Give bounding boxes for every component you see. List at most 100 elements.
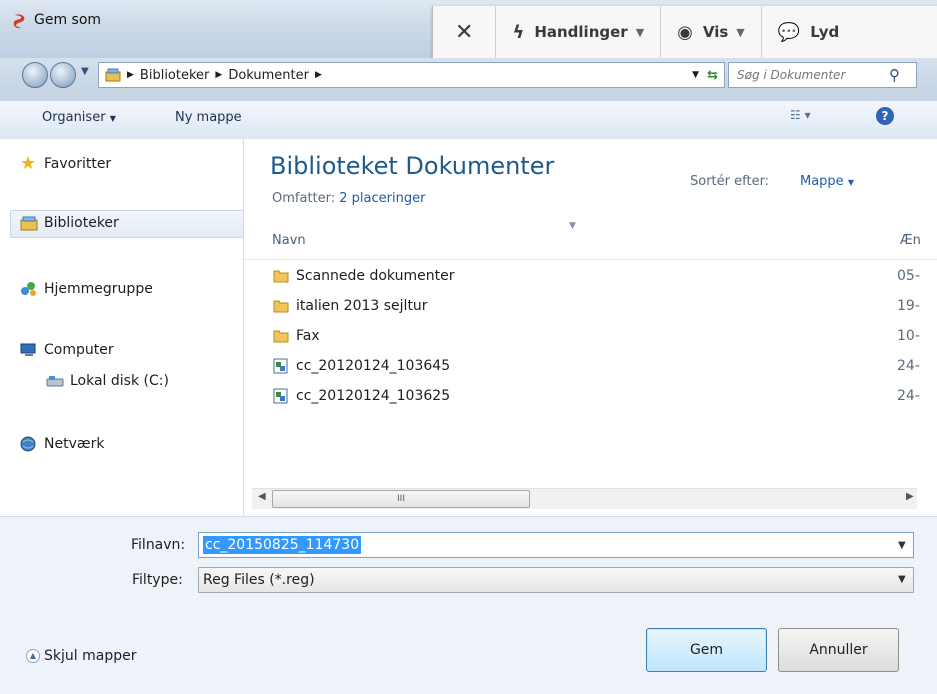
file-row[interactable]: Fax (272, 325, 932, 347)
computer-icon (20, 343, 36, 356)
grip-icon: III (397, 494, 405, 504)
hide-folders-label: Skjul mapper (44, 648, 137, 664)
breadcrumb-libraries[interactable]: Biblioteker (140, 68, 209, 83)
folder-icon (273, 300, 289, 313)
chat-icon: 💬 (777, 21, 801, 43)
includes-link[interactable]: 2 placeringer (339, 191, 425, 206)
hide-folders-toggle[interactable]: ▲ Skjul mapper (26, 648, 136, 664)
filename-label: Filnavn: (131, 537, 186, 553)
navigation-pane (0, 139, 244, 516)
nav-item-network[interactable]: Netværk (20, 436, 104, 452)
nav-item-homegroup[interactable]: Hjemmegruppe (20, 281, 153, 297)
new-folder-button[interactable]: Ny mappe (175, 110, 242, 125)
nav-label: Computer (44, 342, 114, 358)
actions-menu[interactable]: ϟ Handlinger ▼ (496, 6, 662, 58)
sort-indicator-icon: ▼ (569, 221, 576, 231)
libraries-icon (105, 68, 121, 82)
cancel-button[interactable]: Annuller (778, 628, 899, 672)
window-title: Gem som (34, 12, 102, 28)
chevron-down-icon: ▼ (736, 25, 745, 39)
filetype-value: Reg Files (*.reg) (203, 572, 315, 588)
breadcrumb-separator-icon: ▶ (315, 70, 322, 80)
filename-value[interactable]: cc_20150825_114730 (203, 536, 362, 554)
sound-menu[interactable]: 💬 Lyd (762, 6, 855, 58)
disk-icon (46, 376, 64, 387)
file-name: Fax (296, 328, 320, 344)
sort-dropdown[interactable]: Mappe ▼ (800, 174, 854, 189)
view-menu[interactable]: ◉ Vis ▼ (661, 6, 762, 58)
breadcrumb-separator-icon: ▶ (127, 70, 134, 80)
nav-item-favorites[interactable]: ★ Favoritter (20, 153, 112, 174)
nav-label: Biblioteker (44, 215, 119, 231)
close-icon: ✕ (455, 19, 474, 45)
filename-dropdown-icon[interactable]: ▼ (898, 540, 906, 551)
file-name: cc_20120124_103625 (296, 388, 451, 404)
scroll-right-icon[interactable]: ▶ (906, 491, 914, 502)
page-title: Biblioteket Dokumenter (270, 152, 555, 180)
view-options-button[interactable]: ☷ ▾ (790, 108, 828, 126)
breadcrumb-documents[interactable]: Dokumenter (228, 68, 309, 83)
nav-label: Hjemmegruppe (44, 281, 153, 297)
back-button[interactable] (22, 62, 48, 88)
save-button[interactable]: Gem (646, 628, 767, 672)
collapse-icon: ▲ (26, 649, 40, 663)
file-row[interactable]: cc_20120124_103645 (272, 355, 932, 377)
nav-item-libraries[interactable]: Biblioteker (20, 215, 119, 231)
filetype-label: Filtype: (132, 572, 183, 588)
sound-label: Lyd (810, 23, 840, 41)
homegroup-icon (21, 282, 36, 296)
lightning-icon: ϟ (512, 21, 525, 43)
folder-icon (273, 330, 289, 343)
library-includes: Omfatter: 2 placeringer (272, 191, 425, 206)
search-input[interactable] (735, 67, 889, 83)
close-button[interactable]: ✕ (433, 6, 497, 58)
column-header-row (244, 223, 937, 260)
eye-icon: ◉ (677, 21, 693, 43)
scrollbar-thumb[interactable]: III (272, 490, 530, 508)
recent-pages-icon[interactable]: ▼ (81, 66, 89, 77)
file-row[interactable]: Scannede dokumenter (272, 265, 932, 287)
file-name: Scannede dokumenter (296, 268, 455, 284)
view-label: Vis (702, 23, 729, 41)
breadcrumb-separator-icon: ▶ (215, 70, 223, 80)
sort-label: Sortér efter: (690, 174, 770, 189)
breadcrumb[interactable]: ▶ Biblioteker ▶ Dokumenter ▶ ▼ ⇆ (98, 62, 725, 88)
nav-label: Netværk (44, 436, 105, 452)
includes-label: Omfatter: (272, 191, 336, 206)
chevron-down-icon: ▼ (109, 114, 116, 123)
file-row[interactable]: italien 2013 sejltur (272, 295, 932, 317)
nav-label: Favoritter (44, 156, 112, 172)
chevron-down-icon: ▼ (635, 25, 645, 39)
organize-label: Organiser (42, 110, 106, 125)
column-header-date[interactable]: Æn (900, 233, 921, 248)
column-header-name[interactable]: Navn (272, 233, 306, 248)
file-date: 19- (897, 298, 920, 314)
file-name: italien 2013 sejltur (296, 298, 428, 314)
chevron-down-icon: ▼ (847, 178, 854, 187)
address-dropdown-icon[interactable]: ▼ (692, 70, 699, 80)
help-icon[interactable]: ? (876, 107, 894, 125)
filetype-dropdown-icon[interactable]: ▼ (898, 574, 906, 585)
reg-file-icon (273, 358, 288, 374)
nav-item-computer[interactable]: Computer (20, 342, 114, 358)
file-date: 24- (897, 358, 920, 374)
file-date: 24- (897, 388, 920, 404)
star-icon: ★ (20, 153, 37, 174)
organize-menu[interactable]: Organiser ▼ (42, 110, 116, 125)
nav-item-local-disk[interactable]: Lokal disk (C:) (46, 373, 169, 389)
forward-button[interactable] (50, 62, 76, 88)
filetype-select[interactable]: Reg Files (*.reg) (198, 567, 914, 593)
refresh-icon[interactable]: ⇆ (707, 68, 718, 83)
network-icon (20, 436, 36, 452)
file-row[interactable]: cc_20120124_103625 (272, 385, 932, 407)
search-box[interactable]: ⚲ (728, 62, 917, 88)
libraries-icon (20, 216, 38, 231)
app-icon (13, 14, 25, 29)
scroll-left-icon[interactable]: ◀ (258, 491, 266, 502)
sort-value: Mappe (800, 174, 844, 189)
file-date: 05- (897, 268, 920, 284)
reg-file-icon (273, 388, 288, 404)
actions-label: Handlinger (534, 23, 628, 41)
search-icon: ⚲ (889, 66, 900, 84)
file-date: 10- (897, 328, 920, 344)
